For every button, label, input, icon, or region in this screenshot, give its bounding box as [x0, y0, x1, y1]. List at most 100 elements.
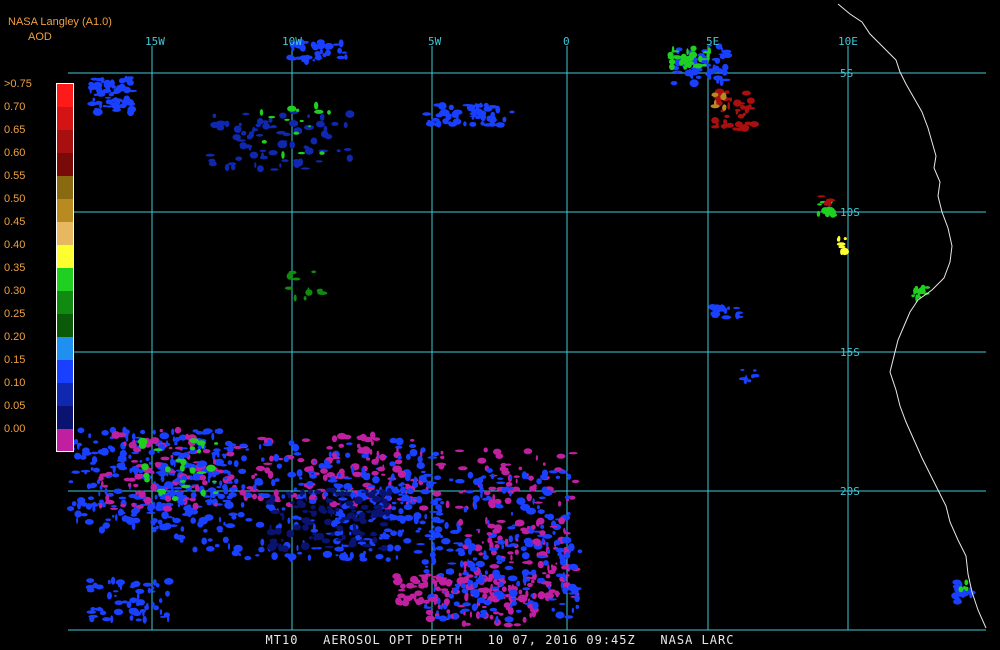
aerosol-patch [202, 449, 211, 454]
aerosol-patch [100, 447, 109, 456]
aerosol-patch [689, 79, 699, 88]
aerosol-patch [159, 432, 170, 440]
aerosol-patch [434, 526, 443, 533]
aerosol-patch [378, 489, 387, 497]
aerosol-patch [260, 538, 265, 546]
aerosol-patch [389, 461, 396, 467]
aerosol-patch [269, 524, 272, 532]
aerosol-patch [667, 51, 674, 59]
aerosol-patch [286, 529, 295, 538]
aerosol-patch [836, 242, 846, 247]
aerosol-patch [334, 525, 340, 528]
aerosol-patch [370, 531, 377, 536]
aerosol-patch [312, 523, 316, 531]
aerosol-patch [434, 475, 442, 481]
aerosol-patch [112, 465, 116, 474]
aerosol-patch [172, 517, 181, 524]
aerosol-patch [152, 579, 157, 586]
aerosol-patch [498, 593, 502, 596]
aerosol-patch [479, 486, 484, 494]
aerosol-patch [690, 45, 697, 52]
aerosol-patch [335, 554, 339, 557]
aerosol-patch [215, 120, 226, 126]
aerosol-patch [447, 613, 451, 620]
aerosol-patch [118, 496, 127, 500]
aerosol-patch [86, 578, 95, 583]
aerosol-patch [334, 483, 344, 489]
aerosol-patch [239, 443, 248, 448]
aerosol-patch [118, 508, 124, 516]
aerosol-patch [455, 583, 460, 591]
aerosol-patch [432, 490, 442, 497]
aerosol-patch [395, 597, 399, 605]
aerosol-patch [133, 483, 139, 488]
aerosol-patch [314, 51, 321, 57]
aerosol-patch [391, 506, 397, 511]
product-name: AEROSOL OPT DEPTH [323, 633, 463, 647]
aerosol-patch [504, 497, 512, 504]
aerosol-patch [827, 199, 832, 207]
aerosol-patch [88, 81, 94, 86]
aerosol-patch [319, 113, 325, 121]
aerosol-patch [423, 569, 430, 574]
aerosol-patch [335, 507, 339, 512]
aerosol-patch [270, 509, 280, 515]
aerosol-patch [385, 557, 391, 562]
aerosol-patch [200, 489, 206, 497]
aerosol-patch [283, 456, 289, 463]
aerosol-patch [521, 561, 532, 564]
aerosol-patch [484, 570, 488, 575]
aerosol-patch [213, 471, 220, 476]
aerosol-patch [320, 468, 328, 474]
aerosol-patch [204, 514, 214, 521]
aerosol-patch [137, 437, 148, 446]
aerosol-patch [323, 464, 333, 469]
product-title: AOD [28, 31, 52, 43]
aerosol-patch [693, 64, 696, 68]
aerosol-patch [526, 578, 531, 582]
aerosol-patch [568, 563, 579, 571]
aerosol-patch [423, 599, 430, 604]
aerosol-patch [430, 499, 439, 506]
aerosol-patch [440, 455, 445, 460]
aerosol-patch [751, 373, 760, 378]
aerosol-patch [341, 543, 344, 552]
aerosol-patch [293, 160, 301, 168]
aerosol-patch [817, 203, 822, 206]
aerosol-patch [366, 457, 371, 461]
aerosol-patch [142, 616, 147, 624]
aerosol-patch [293, 294, 297, 302]
aerosol-patch [170, 454, 174, 459]
aerosol-patch [398, 493, 404, 496]
aerosol-patch [385, 503, 390, 507]
aerosol-patch [553, 540, 561, 546]
aerosol-patch [223, 486, 229, 495]
aerosol-patch [113, 608, 124, 616]
aerosol-patch [192, 502, 199, 510]
aerosol-patch [464, 622, 471, 626]
aerosol-patch [469, 611, 472, 618]
aerosol-patch [507, 575, 518, 582]
aerosol-patch [207, 475, 211, 483]
aerosol-patch [180, 526, 185, 532]
aerosol-patch [524, 602, 530, 606]
aerosol-patch [547, 598, 557, 601]
aerosol-patch [551, 607, 555, 612]
aerosol-patch [439, 535, 444, 539]
aerosol-patch [409, 575, 419, 584]
aerosol-patch [287, 517, 291, 524]
aerosol-patch [164, 578, 174, 585]
aerosol-patch [92, 108, 103, 116]
aerosol-patch [393, 486, 399, 492]
aerosol-patch [173, 486, 183, 490]
aerosol-patch [471, 116, 475, 120]
aerosol-patch [469, 121, 477, 127]
aerosol-patch [911, 294, 915, 298]
aerosol-patch [326, 505, 332, 510]
aerosol-patch [444, 592, 450, 598]
aerosol-patch [425, 609, 434, 615]
aerosol-patch [488, 486, 497, 491]
aerosol-patch [555, 475, 561, 479]
aerosol-patch [238, 122, 242, 127]
aerosol-patch [91, 456, 98, 464]
